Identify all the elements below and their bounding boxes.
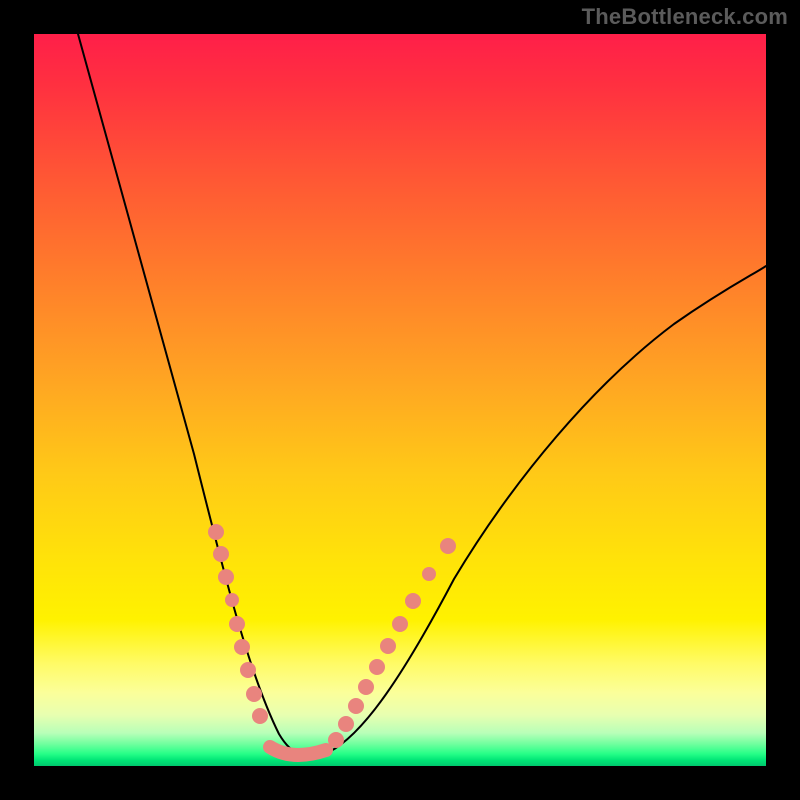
watermark-text: TheBottleneck.com xyxy=(582,4,788,30)
dots-right xyxy=(328,538,456,748)
plot-area xyxy=(34,34,766,766)
bottleneck-curve xyxy=(78,34,766,756)
dots-left xyxy=(208,524,268,724)
chart-frame: TheBottleneck.com xyxy=(0,0,800,800)
curve-overlay xyxy=(34,34,766,766)
trough-highlight xyxy=(270,747,326,755)
